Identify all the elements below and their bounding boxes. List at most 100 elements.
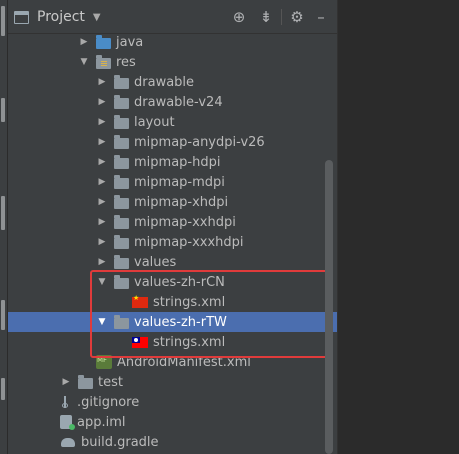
tree-node-label: .gitignore bbox=[77, 394, 140, 410]
collapsed-arrow-icon[interactable]: ▶ bbox=[96, 136, 108, 148]
git-icon bbox=[60, 395, 72, 409]
tree-node-label: values bbox=[134, 254, 177, 270]
tree-node[interactable]: build.gradle bbox=[8, 432, 337, 452]
folder-icon bbox=[114, 234, 129, 249]
expanded-arrow-icon[interactable]: ▼ bbox=[96, 316, 108, 328]
tree-node-label: java bbox=[116, 34, 144, 50]
tree-node[interactable]: ▶ java bbox=[8, 32, 337, 52]
tree-node-label: mipmap-xxxhdpi bbox=[134, 234, 244, 250]
tree-node[interactable]: ▼ values-zh-rTW bbox=[8, 312, 337, 332]
crosshair-icon[interactable]: ⊕ bbox=[230, 8, 248, 26]
tool-window-strip bbox=[0, 0, 8, 454]
taiwan-flag-icon bbox=[132, 336, 148, 348]
collapsed-arrow-icon[interactable]: ▶ bbox=[96, 116, 108, 128]
folder-icon bbox=[114, 134, 129, 149]
iml-icon bbox=[60, 415, 75, 430]
collapsed-arrow-icon[interactable]: ▶ bbox=[60, 376, 72, 388]
tree-node-label: test bbox=[98, 374, 123, 390]
expanded-arrow-icon[interactable]: ▼ bbox=[96, 276, 108, 288]
tree-node[interactable]: ▶ mipmap-xxxhdpi bbox=[8, 232, 337, 252]
structure-tool-tab[interactable] bbox=[1, 196, 5, 230]
tree-node-label: values-zh-rTW bbox=[134, 314, 227, 330]
arrow-spacer bbox=[114, 296, 126, 308]
folder-blue-icon bbox=[96, 34, 111, 49]
collapsed-arrow-icon[interactable]: ▶ bbox=[96, 256, 108, 268]
collapse-all-icon[interactable]: ⇟ bbox=[257, 8, 275, 26]
folder-icon bbox=[114, 114, 129, 129]
tree-node[interactable]: ▼ res bbox=[8, 52, 337, 72]
tree-node[interactable]: ▶ drawable-v24 bbox=[8, 92, 337, 112]
folder-icon bbox=[114, 214, 129, 229]
collapsed-arrow-icon[interactable]: ▶ bbox=[96, 196, 108, 208]
tree-node-label: mipmap-xxhdpi bbox=[134, 214, 236, 230]
arrow-spacer bbox=[42, 436, 54, 448]
tree-node-label: layout bbox=[134, 114, 175, 130]
tree-node-label: drawable-v24 bbox=[134, 94, 223, 110]
captures-tool-tab[interactable] bbox=[1, 300, 5, 330]
collapsed-arrow-icon[interactable]: ▶ bbox=[96, 156, 108, 168]
resource-manager-tab[interactable] bbox=[1, 98, 5, 122]
gear-icon[interactable]: ⚙ bbox=[288, 8, 306, 26]
folder-icon bbox=[78, 374, 93, 389]
tree-node[interactable]: ▶ mipmap-xhdpi bbox=[8, 192, 337, 212]
tree-node-label: strings.xml bbox=[153, 294, 226, 310]
tree-node-label: mipmap-xhdpi bbox=[134, 194, 229, 210]
tree-node-label: build.gradle bbox=[81, 434, 159, 450]
tree-node[interactable]: ▶ values bbox=[8, 252, 337, 272]
folder-icon bbox=[114, 94, 129, 109]
folder-icon bbox=[114, 174, 129, 189]
tree-node[interactable]: ▶ test bbox=[8, 372, 337, 392]
project-tool-tab[interactable] bbox=[1, 6, 5, 36]
collapsed-arrow-icon[interactable]: ▶ bbox=[96, 176, 108, 188]
tree-node[interactable]: AndroidManifest.xml bbox=[8, 352, 337, 372]
gradle-icon bbox=[60, 435, 76, 449]
tree-node[interactable]: ▶ mipmap-anydpi-v26 bbox=[8, 132, 337, 152]
tree-node[interactable]: ▶ mipmap-mdpi bbox=[8, 172, 337, 192]
tree-node[interactable]: ▶ mipmap-xxhdpi bbox=[8, 212, 337, 232]
collapsed-arrow-icon[interactable]: ▶ bbox=[96, 96, 108, 108]
tree-node-label: mipmap-anydpi-v26 bbox=[134, 134, 265, 150]
ide-window: Project ▼ ⊕ ⇟ ⚙ – ▶ java ▼ res ▶ drawable ▶ dra… bbox=[0, 0, 459, 454]
panel-header: Project ▼ ⊕ ⇟ ⚙ – bbox=[8, 0, 337, 34]
folder-icon bbox=[114, 314, 129, 329]
favorites-tool-tab[interactable] bbox=[1, 378, 5, 400]
collapsed-arrow-icon[interactable]: ▶ bbox=[96, 216, 108, 228]
tree-node[interactable]: ▶ mipmap-hdpi bbox=[8, 152, 337, 172]
chevron-down-icon[interactable]: ▼ bbox=[93, 12, 101, 23]
folder-icon bbox=[114, 74, 129, 89]
arrow-spacer bbox=[114, 336, 126, 348]
tree-scrollbar[interactable] bbox=[325, 160, 333, 454]
toolbar-divider bbox=[281, 9, 282, 25]
china-flag-icon bbox=[132, 294, 148, 308]
arrow-spacer bbox=[78, 356, 90, 368]
tree-node-label: drawable bbox=[134, 74, 195, 90]
tree-node-label: res bbox=[116, 54, 136, 70]
collapsed-arrow-icon[interactable]: ▶ bbox=[78, 36, 90, 48]
tree-node[interactable]: ▶ layout bbox=[8, 112, 337, 132]
project-view-selector[interactable]: Project ▼ bbox=[14, 8, 101, 26]
tree-node-label: app.iml bbox=[77, 414, 126, 430]
arrow-spacer bbox=[42, 416, 54, 428]
tree-node-label: AndroidManifest.xml bbox=[117, 354, 251, 370]
folder-icon bbox=[114, 194, 129, 209]
tree-node[interactable]: app.iml bbox=[8, 412, 337, 432]
arrow-spacer bbox=[42, 396, 54, 408]
tree-node[interactable]: .gitignore bbox=[8, 392, 337, 412]
collapsed-arrow-icon[interactable]: ▶ bbox=[96, 76, 108, 88]
tree-node-label: mipmap-hdpi bbox=[134, 154, 221, 170]
tree-node[interactable]: ▶ drawable bbox=[8, 72, 337, 92]
tree-node-label: strings.xml bbox=[153, 334, 226, 350]
project-panel: Project ▼ ⊕ ⇟ ⚙ – ▶ java ▼ res ▶ drawable ▶ dra… bbox=[8, 0, 337, 454]
folder-icon bbox=[114, 274, 129, 289]
tree-node[interactable]: strings.xml bbox=[8, 332, 337, 352]
expanded-arrow-icon[interactable]: ▼ bbox=[78, 56, 90, 68]
tree-node-label: values-zh-rCN bbox=[134, 274, 225, 290]
folder-icon bbox=[114, 154, 129, 169]
collapsed-arrow-icon[interactable]: ▶ bbox=[96, 236, 108, 248]
resource-folder-icon bbox=[96, 54, 111, 69]
tree-node[interactable]: ▼ values-zh-rCN bbox=[8, 272, 337, 292]
minimize-icon[interactable]: – bbox=[312, 8, 330, 26]
tree-node[interactable]: strings.xml bbox=[8, 292, 337, 312]
editor-area bbox=[337, 0, 459, 454]
folder-icon bbox=[114, 254, 129, 269]
